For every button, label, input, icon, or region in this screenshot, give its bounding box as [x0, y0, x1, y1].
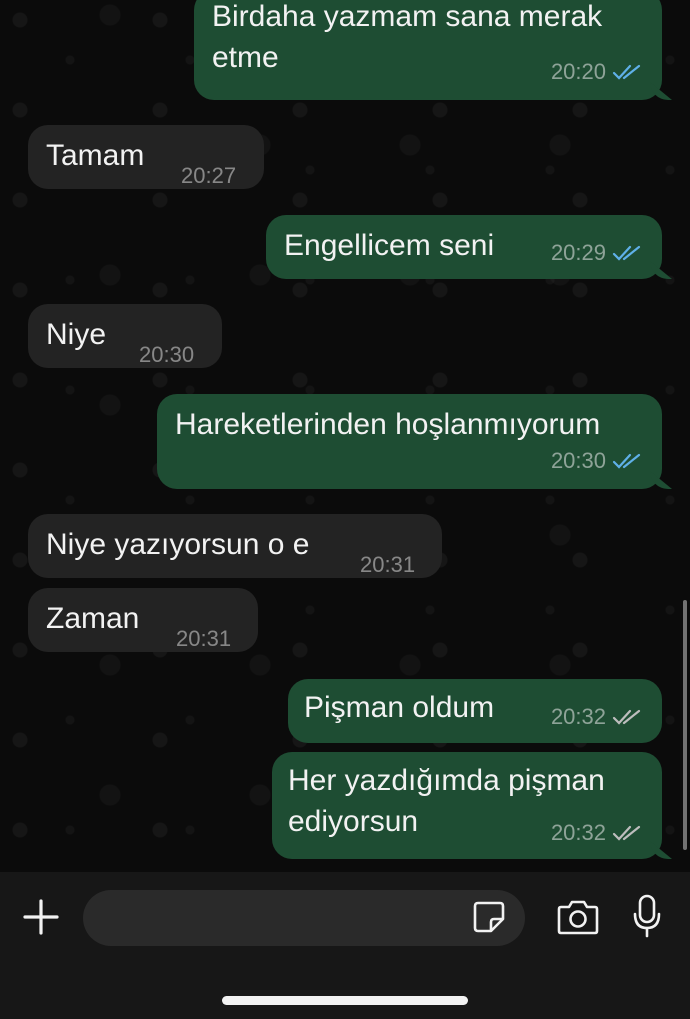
- sticker-icon[interactable]: [472, 900, 506, 934]
- message-meta: 20:31: [360, 544, 415, 585]
- message-meta: 20:29: [551, 232, 642, 273]
- message-meta: 20:31: [176, 618, 231, 659]
- read-double-tick-icon: [612, 452, 642, 470]
- camera-icon[interactable]: [556, 898, 600, 936]
- message-text: Hareketlerinden hoşlanmıyorum: [175, 408, 601, 441]
- message-time: 20:31: [176, 626, 232, 651]
- message-time: 20:27: [181, 163, 237, 188]
- message-line: Birdaha yazmam sana merak etme: [212, 0, 603, 74]
- message-meta: 20:30: [551, 440, 642, 481]
- message-meta: 20:20: [551, 51, 642, 92]
- message-text: Zaman: [46, 602, 140, 635]
- message-input[interactable]: [83, 890, 525, 946]
- message-time: 20:20: [550, 59, 606, 84]
- read-double-tick-icon: [612, 244, 642, 262]
- scrollbar[interactable]: [683, 600, 687, 850]
- message-time: 20:31: [360, 552, 416, 577]
- message-incoming[interactable]: Tamam 20:27: [28, 125, 264, 189]
- plus-icon[interactable]: [22, 898, 60, 936]
- message-time: 20:29: [550, 240, 606, 265]
- message-outgoing[interactable]: Pişman oldum 20:32: [288, 679, 662, 743]
- microphone-icon[interactable]: [632, 894, 662, 938]
- message-outgoing[interactable]: Engellicem seni 20:29: [266, 215, 662, 279]
- message-meta: 20:30: [139, 334, 194, 375]
- message-text: Niye yazıyorsun o e: [46, 528, 310, 561]
- home-indicator[interactable]: [222, 996, 468, 1005]
- message-time: 20:30: [139, 342, 195, 367]
- message-outgoing[interactable]: Her yazdığımda pişman ediyorsun 20:32: [272, 752, 662, 859]
- message-time: 20:32: [550, 820, 606, 845]
- message-time: 20:32: [550, 704, 606, 729]
- message-meta: 20:32: [551, 812, 642, 853]
- message-incoming[interactable]: Zaman 20:31: [28, 588, 258, 652]
- message-text: Engellicem seni: [284, 229, 495, 262]
- message-text: Pişman oldum: [304, 691, 495, 724]
- read-double-tick-icon: [612, 63, 642, 81]
- message-incoming[interactable]: Niye 20:30: [28, 304, 222, 368]
- delivered-double-tick-icon: [612, 708, 642, 726]
- message-outgoing[interactable]: Hareketlerinden hoşlanmıyorum 20:30: [157, 394, 662, 489]
- message-incoming[interactable]: Niye yazıyorsun o e 20:31: [28, 514, 442, 578]
- message-meta: 20:32: [551, 696, 642, 737]
- delivered-double-tick-icon: [612, 824, 642, 842]
- message-text: Tamam: [46, 139, 145, 172]
- chat-area[interactable]: Birdaha yazmam sana merak etme 20:20 Tam…: [0, 0, 690, 872]
- message-meta: 20:27: [181, 155, 236, 196]
- message-outgoing[interactable]: Birdaha yazmam sana merak etme 20:20: [194, 0, 662, 100]
- message-text: Niye: [46, 318, 107, 351]
- message-time: 20:30: [550, 448, 606, 473]
